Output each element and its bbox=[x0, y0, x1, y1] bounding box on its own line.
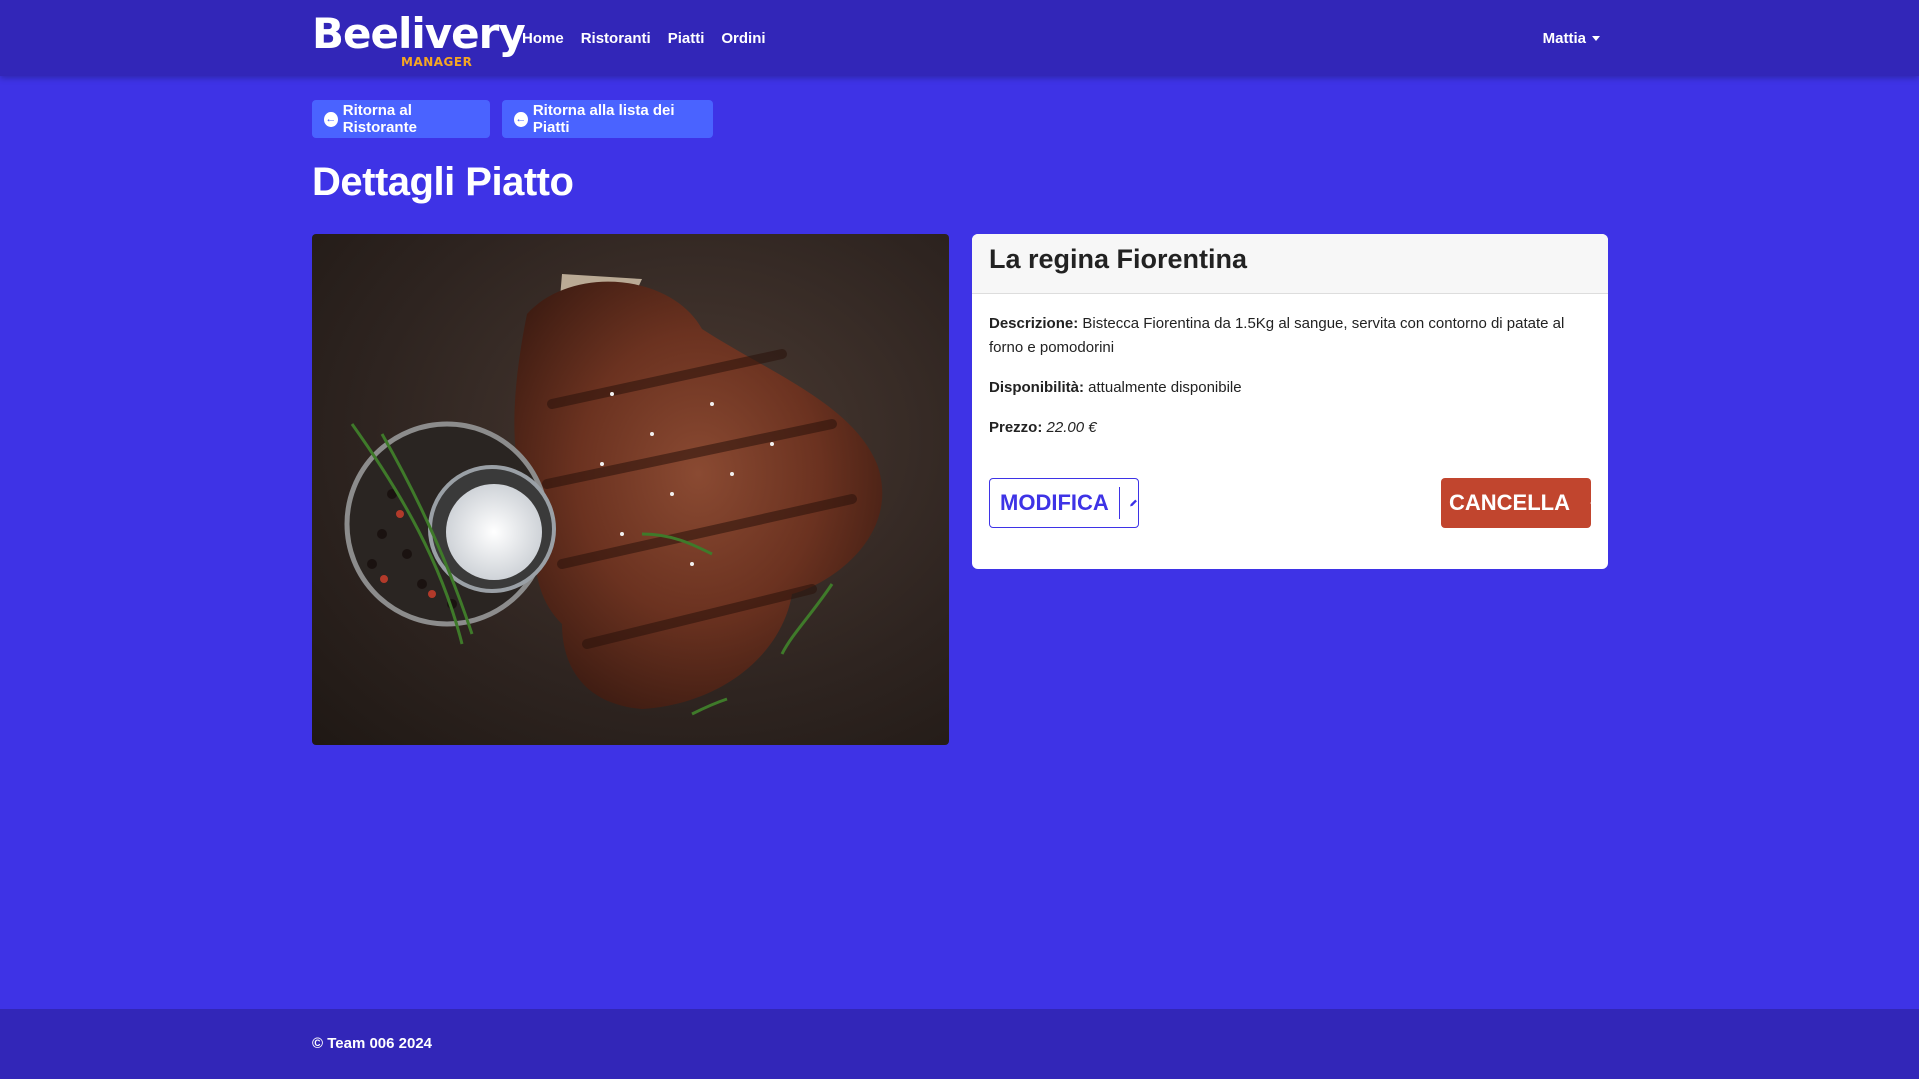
back-to-restaurant-label: Ritorna al Ristorante bbox=[342, 102, 417, 136]
availability-value: attualmente disponibile bbox=[1088, 379, 1242, 396]
brand-logo[interactable]: Beelivery MANAGER bbox=[312, 6, 526, 70]
dish-details-body: Descrizione: Bistecca Fiorentina da 1.5K… bbox=[972, 294, 1608, 474]
pencil-icon bbox=[1130, 499, 1137, 507]
edit-label: MODIFICA bbox=[1000, 490, 1109, 515]
edit-dish-button[interactable]: MODIFICA bbox=[989, 478, 1139, 528]
delete-label: CANCELLA bbox=[1449, 490, 1570, 515]
user-menu-dropdown[interactable]: Mattia bbox=[1543, 30, 1600, 47]
price-label: Prezzo: bbox=[989, 419, 1043, 436]
dish-name: La regina Fiorentina bbox=[972, 234, 1608, 294]
nav-piatti[interactable]: Piatti bbox=[668, 30, 705, 47]
dish-price: Prezzo: 22.00 € bbox=[989, 416, 1591, 440]
dish-availability: Disponibilità: attualmente disponibile bbox=[989, 376, 1591, 400]
page-title: Dettagli Piatto bbox=[312, 160, 574, 204]
arrow-left-circle-icon: ← bbox=[514, 111, 528, 127]
back-to-restaurant-button[interactable]: ← Ritorna al Ristorante bbox=[312, 100, 490, 138]
button-divider bbox=[1118, 487, 1120, 519]
arrow-left-circle-icon: ← bbox=[324, 111, 338, 127]
nav-home[interactable]: Home bbox=[522, 30, 564, 47]
main-nav: Home Ristoranti Piatti Ordini bbox=[522, 30, 766, 47]
footer: © Team 006 2024 bbox=[0, 1009, 1919, 1079]
back-to-dishes-label: Ritorna alla lista dei Piatti bbox=[532, 102, 675, 136]
footer-copyright: © Team 006 2024 bbox=[312, 1035, 433, 1052]
nav-ordini[interactable]: Ordini bbox=[721, 30, 765, 47]
availability-label: Disponibilità: bbox=[989, 379, 1084, 396]
price-value: 22.00 € bbox=[1046, 419, 1097, 436]
dish-description: Descrizione: Bistecca Fiorentina da 1.5K… bbox=[989, 312, 1591, 360]
logo-wordmark: Beelivery bbox=[312, 9, 526, 58]
top-navbar: Beelivery MANAGER Home Ristoranti Piatti… bbox=[0, 0, 1919, 76]
delete-dish-button[interactable]: CANCELLA bbox=[1441, 478, 1591, 528]
dish-details-card: La regina Fiorentina Descrizione: Bistec… bbox=[972, 234, 1608, 569]
logo-subtitle: MANAGER bbox=[401, 55, 473, 69]
chevron-down-icon bbox=[1592, 35, 1600, 41]
trash-icon bbox=[1590, 502, 1591, 504]
description-label: Descrizione: bbox=[989, 315, 1079, 332]
back-to-dishes-button[interactable]: ← Ritorna alla lista dei Piatti bbox=[502, 100, 713, 138]
user-name: Mattia bbox=[1542, 29, 1586, 47]
dish-image bbox=[312, 234, 949, 745]
nav-ristoranti[interactable]: Ristoranti bbox=[581, 30, 651, 47]
